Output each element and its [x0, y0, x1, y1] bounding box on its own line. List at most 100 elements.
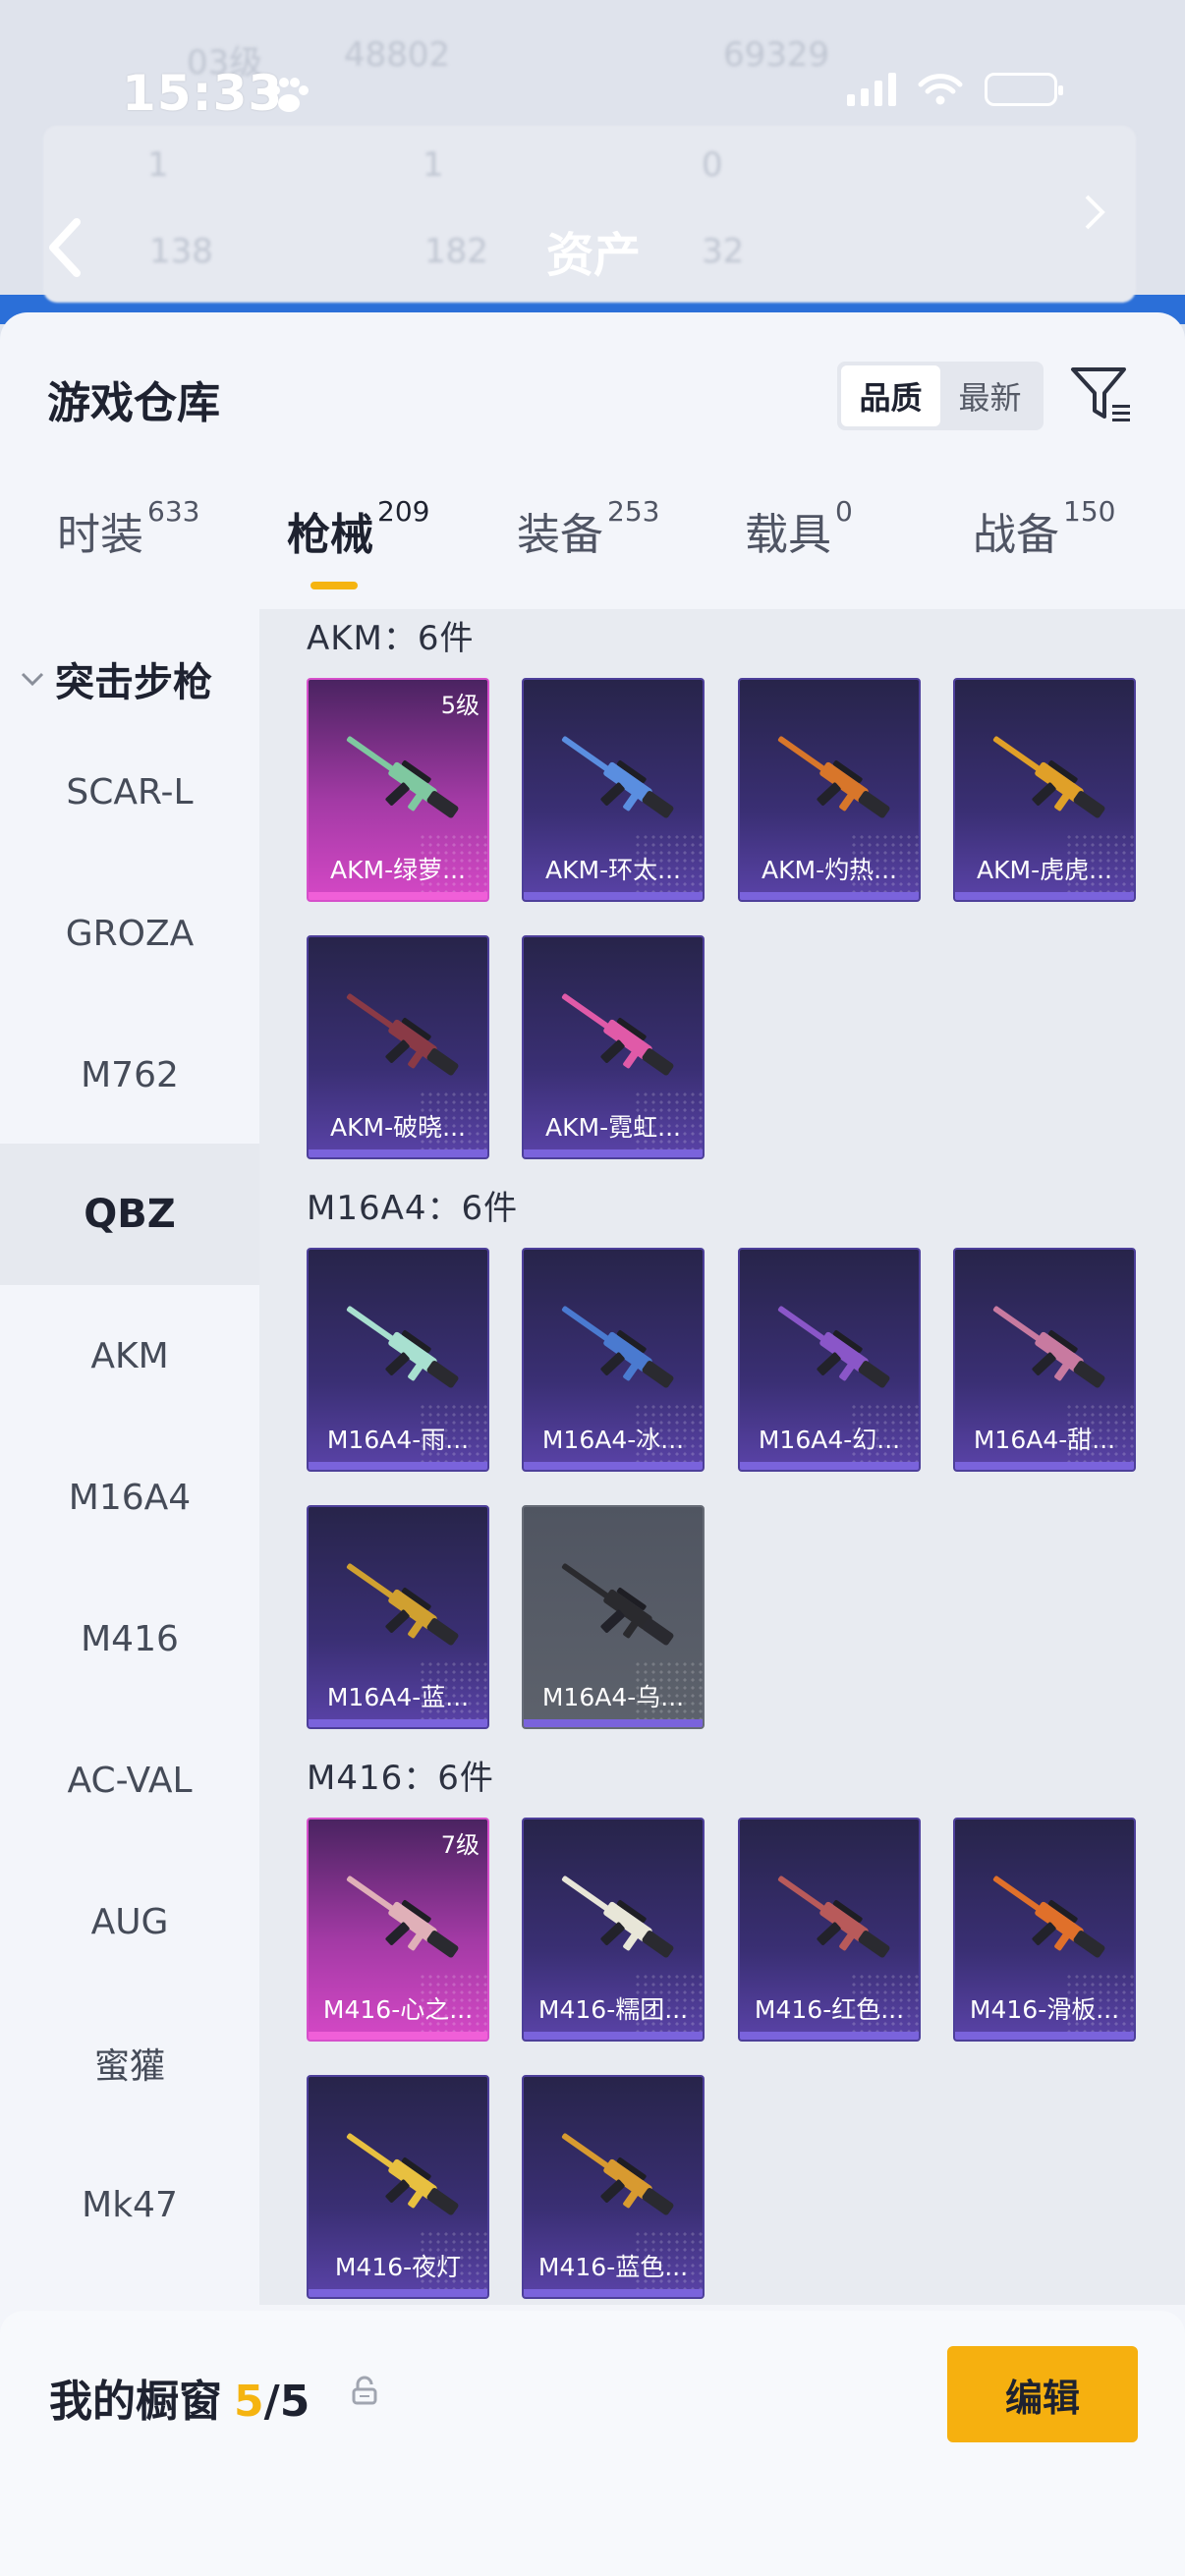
- tab-count: 209: [377, 495, 430, 528]
- tab-firearms[interactable]: 枪械 209: [228, 495, 456, 607]
- sort-toggle: 品质 最新: [837, 362, 1044, 430]
- tab-fashion[interactable]: 时装 633: [0, 495, 228, 607]
- tab-count: 150: [1063, 495, 1116, 528]
- showcase-title: 我的橱窗: [49, 2377, 222, 2427]
- showcase-current-count: 5: [234, 2377, 264, 2427]
- weapon-card[interactable]: M16A4-冰...: [522, 1248, 705, 1472]
- weapon-card[interactable]: AKM-破晓...: [307, 935, 489, 1159]
- background-stat-2: 1: [423, 145, 444, 185]
- weapon-name: M16A4-冰...: [541, 1426, 685, 1454]
- showcase-label: 我的橱窗 5 / 5: [49, 2366, 310, 2429]
- weapon-name: AKM-绿萝...: [330, 856, 466, 884]
- status-time: 15:33: [122, 65, 284, 122]
- sidebar-item-akm[interactable]: AKM: [0, 1285, 259, 1427]
- tab-label: 装备: [517, 510, 603, 560]
- weapon-name: M416-蓝色...: [537, 2253, 689, 2281]
- warehouse-sheet: 游戏仓库 品质 最新 时装 633 枪械 209 装备 253 载具 0 战备 150 突…: [0, 312, 1185, 2576]
- tab-label: 战备: [973, 510, 1059, 560]
- weapon-name: M416-滑板...: [969, 1995, 1120, 2024]
- rifle-icon: [561, 1563, 674, 1646]
- sidebar-item-honey-badger[interactable]: 蜜獾: [0, 1992, 259, 2134]
- sidebar-category-assault-rifles[interactable]: 突击步枪: [18, 650, 212, 707]
- rifle-icon: [992, 1876, 1105, 1958]
- weapon-name: M16A4-雨...: [326, 1426, 470, 1454]
- weapon-card[interactable]: AKM-霓虹...: [522, 935, 705, 1159]
- weapon-grid: AKM：6件 5级 AKM-绿萝... AKM-环太... AKM-灼热... AKM-虎…: [259, 609, 1185, 2305]
- rifle-icon: [561, 736, 674, 818]
- rarity-strip: [955, 892, 1134, 900]
- filter-icon[interactable]: [1069, 362, 1134, 426]
- weapon-name: M16A4-蓝...: [326, 1683, 470, 1711]
- tab-vehicles[interactable]: 载具 0: [684, 495, 912, 607]
- weapon-name: AKM-虎虎...: [977, 856, 1112, 884]
- sidebar-item-m416[interactable]: M416: [0, 1568, 259, 1709]
- sheet-title: 游戏仓库: [47, 378, 220, 428]
- page-title: 资产: [546, 228, 642, 283]
- weapon-name: M16A4-甜...: [973, 1426, 1116, 1454]
- weapon-name: M16A4-乌...: [541, 1683, 685, 1711]
- rarity-strip: [955, 2032, 1134, 2040]
- paw-icon: [270, 78, 309, 112]
- weapon-card[interactable]: M16A4-蓝...: [307, 1505, 489, 1729]
- tab-equipment[interactable]: 装备 253: [456, 495, 684, 607]
- sidebar-item-qbz[interactable]: QBZ: [0, 1144, 259, 1285]
- weapon-card[interactable]: M416-滑板...: [953, 1818, 1136, 2042]
- weapon-card[interactable]: AKM-环太...: [522, 678, 705, 902]
- rarity-strip: [524, 1462, 703, 1470]
- sidebar-item-groza[interactable]: GROZA: [0, 863, 259, 1004]
- sidebar-item-aug[interactable]: AUG: [0, 1851, 259, 1992]
- edit-button[interactable]: 编辑: [947, 2346, 1138, 2442]
- wifi-icon: [918, 74, 963, 105]
- group-title: M416：6件: [307, 1759, 494, 1798]
- lock-icon: [352, 2376, 377, 2405]
- rifle-icon: [346, 1876, 459, 1958]
- sidebar-item-m762[interactable]: M762: [0, 1004, 259, 1146]
- tab-label: 枪械: [287, 510, 373, 560]
- showcase-separator: /: [263, 2377, 280, 2427]
- weapon-card[interactable]: AKM-灼热...: [738, 678, 921, 902]
- sidebar-item-scar-l[interactable]: SCAR-L: [0, 721, 259, 863]
- weapon-card[interactable]: 5级 AKM-绿萝...: [307, 678, 489, 902]
- weapon-card[interactable]: AKM-虎虎...: [953, 678, 1136, 902]
- weapon-name: M16A4-幻...: [758, 1426, 901, 1454]
- rarity-strip: [524, 1719, 703, 1727]
- rarity-strip: [309, 1149, 487, 1157]
- weapon-card[interactable]: M16A4-幻...: [738, 1248, 921, 1472]
- weapon-name: AKM-霓虹...: [545, 1113, 681, 1142]
- rifle-icon: [561, 1876, 674, 1958]
- rifle-icon: [992, 1306, 1105, 1388]
- category-tabs: 时装 633 枪械 209 装备 253 载具 0 战备 150: [0, 495, 1185, 607]
- weapon-card[interactable]: M16A4-雨...: [307, 1248, 489, 1472]
- weapon-name: AKM-灼热...: [762, 856, 897, 884]
- sidebar-item-mk47[interactable]: Mk47: [0, 2134, 259, 2275]
- rifle-icon: [992, 736, 1105, 818]
- weapon-card[interactable]: M416-蓝色...: [522, 2075, 705, 2299]
- sidebar-category-label: 突击步枪: [55, 660, 212, 705]
- rarity-strip: [524, 2032, 703, 2040]
- weapon-name: M416-糯团...: [537, 1995, 689, 2024]
- rifle-icon: [561, 993, 674, 1076]
- group-title: M16A4：6件: [307, 1189, 519, 1228]
- rifle-icon: [346, 736, 459, 818]
- weapon-card[interactable]: 7级 M416-心之...: [307, 1818, 489, 2042]
- weapon-card[interactable]: M16A4-甜...: [953, 1248, 1136, 1472]
- background-stat-6: 32: [702, 232, 745, 271]
- back-arrow-icon[interactable]: [43, 216, 86, 279]
- weapon-card[interactable]: M416-红色...: [738, 1818, 921, 2042]
- rarity-strip: [740, 892, 919, 900]
- sort-latest-button[interactable]: 最新: [940, 365, 1040, 426]
- weapon-card[interactable]: M16A4-乌...: [522, 1505, 705, 1729]
- battery-icon: [985, 73, 1063, 106]
- weapon-card[interactable]: M416-糯团...: [522, 1818, 705, 2042]
- active-tab-indicator: [310, 582, 358, 589]
- chevron-down-icon: [21, 672, 44, 687]
- group-title: AKM：6件: [307, 619, 475, 658]
- tab-supplies[interactable]: 战备 150: [912, 495, 1185, 607]
- sidebar-item-ac-val[interactable]: AC-VAL: [0, 1709, 259, 1851]
- weapon-card[interactable]: M416-夜灯: [307, 2075, 489, 2299]
- chevron-right-icon: [1085, 195, 1105, 230]
- weapon-level-badge: 5级: [440, 692, 480, 719]
- sidebar-item-m16a4[interactable]: M16A4: [0, 1427, 259, 1568]
- sort-quality-button[interactable]: 品质: [841, 365, 940, 426]
- rarity-strip: [740, 1462, 919, 1470]
